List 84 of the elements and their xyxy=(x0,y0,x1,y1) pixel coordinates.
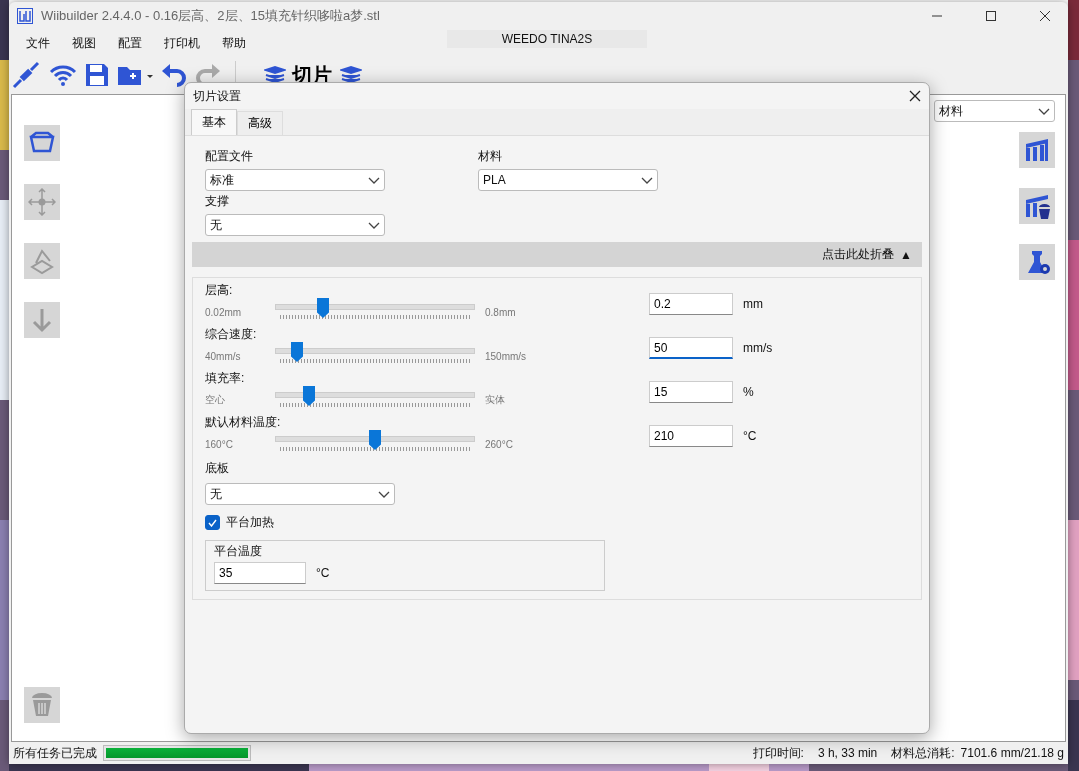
slider-label: 层高: xyxy=(205,281,234,299)
rotate-icon xyxy=(28,247,56,275)
layers-icon[interactable] xyxy=(340,65,362,85)
collapse-label: 点击此处折叠 xyxy=(822,246,895,263)
profile-dropdown[interactable]: 标准 xyxy=(205,169,385,191)
save-icon[interactable] xyxy=(85,63,109,87)
field-label: 底板 xyxy=(205,460,230,477)
window-title: Wiibuilder 2.4.4.0 - 0.16层高、2层、15填充针织哆啦a梦.stl xyxy=(41,7,381,25)
slider-label: 默认材料温度: xyxy=(205,413,282,431)
slider-label: 填充率: xyxy=(205,369,246,387)
unit-label: °C xyxy=(742,429,758,443)
menu-item[interactable]: 文件 xyxy=(15,34,61,52)
slider[interactable] xyxy=(275,342,475,364)
field-label: 配置文件 xyxy=(205,148,254,165)
field-label: 支撑 xyxy=(205,193,230,210)
unit-label: % xyxy=(742,385,755,399)
range-min-label: 160°C xyxy=(205,438,234,450)
range-max-label: 150mm/s xyxy=(484,350,528,362)
range-max-label: 260°C xyxy=(484,438,514,450)
range-min-label: 空心 xyxy=(205,393,226,407)
flask-gear-button[interactable] xyxy=(1019,244,1055,280)
unit-label: mm/s xyxy=(742,341,774,355)
chevron-icon xyxy=(1038,107,1050,115)
check-icon xyxy=(208,518,217,527)
chevron-icon xyxy=(368,176,380,184)
print-time-value: 3 h, 33 min xyxy=(817,746,878,760)
move-icon xyxy=(28,188,56,216)
plate-dropdown[interactable]: 无 xyxy=(205,483,395,505)
close-icon xyxy=(1040,11,1050,21)
menu-item[interactable]: 打印机 xyxy=(153,34,211,52)
undo-icon[interactable] xyxy=(161,62,187,88)
slider-thumb[interactable] xyxy=(291,342,303,362)
material-value: 7101.6 mm/21.18 g xyxy=(960,746,1064,760)
wifi-icon[interactable] xyxy=(49,63,77,87)
status-message: 所有任务已完成 xyxy=(13,744,97,762)
number-field[interactable]: 50 xyxy=(649,337,733,359)
app-logo-icon xyxy=(17,8,33,24)
layers-icon xyxy=(264,65,286,85)
print-time-label: 打印时间: xyxy=(752,744,804,762)
unit-label: °C xyxy=(316,566,330,580)
slider[interactable] xyxy=(275,298,475,320)
checkbox-label: 平台加热 xyxy=(226,514,274,531)
number-field[interactable]: 35 xyxy=(214,562,306,584)
chevron-icon xyxy=(378,490,390,498)
printer-label: WEEDO TINA2S xyxy=(447,30,647,48)
menu-item[interactable]: 帮助 xyxy=(211,34,257,52)
number-field[interactable]: 15 xyxy=(649,381,733,403)
plug-icon[interactable] xyxy=(11,60,41,90)
material-dropdown[interactable]: PLA xyxy=(478,169,658,191)
number-field[interactable]: 0.2 xyxy=(649,293,733,315)
slider-thumb[interactable] xyxy=(369,430,381,450)
range-max-label: 实体 xyxy=(484,393,506,407)
close-icon[interactable] xyxy=(909,90,921,102)
chart-trash-button[interactable] xyxy=(1019,188,1055,224)
number-field[interactable]: 210 xyxy=(649,425,733,447)
frame-button[interactable] xyxy=(24,125,60,161)
view-dropdown[interactable]: 材料 xyxy=(934,100,1055,122)
chevron-icon xyxy=(641,176,653,184)
range-min-label: 40mm/s xyxy=(205,350,242,362)
dialog-title: 切片设置 xyxy=(193,87,241,105)
slider[interactable] xyxy=(275,386,475,408)
bar-chart-icon xyxy=(1023,136,1051,164)
group-title: 平台温度 xyxy=(214,543,263,560)
support-dropdown[interactable]: 无 xyxy=(205,214,385,236)
maximize-icon xyxy=(986,11,996,21)
range-min-label: 0.02mm xyxy=(205,306,243,318)
menu-item[interactable]: 配置 xyxy=(107,34,153,52)
checkbox[interactable] xyxy=(205,515,220,530)
slider-label: 综合速度: xyxy=(205,325,258,343)
slider-thumb[interactable] xyxy=(303,386,315,406)
field-label: 材料 xyxy=(478,148,503,165)
slider[interactable] xyxy=(275,430,475,452)
menu-item[interactable]: 视图 xyxy=(61,34,107,52)
slider-thumb[interactable] xyxy=(317,298,329,318)
collapse-arrow: ▲ xyxy=(900,247,912,262)
unit-label: mm xyxy=(742,297,764,311)
collapse-bar[interactable]: 点击此处折叠 ▲ xyxy=(192,242,922,267)
chart-trash-icon xyxy=(1023,192,1051,220)
tab[interactable]: 基本 xyxy=(191,109,237,135)
material-label: 材料总消耗: xyxy=(891,744,955,762)
chevron-icon xyxy=(368,221,380,229)
bar-chart-button[interactable] xyxy=(1019,132,1055,168)
range-max-label: 0.8mm xyxy=(484,306,517,318)
tab[interactable]: 高级 xyxy=(237,111,283,135)
